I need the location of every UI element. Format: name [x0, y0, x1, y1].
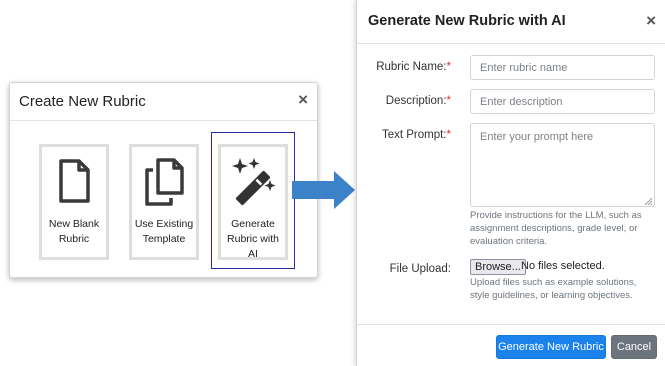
footer-divider	[357, 324, 665, 325]
browse-button[interactable]: Browse...	[470, 259, 526, 275]
required-marker: *	[446, 95, 451, 107]
create-rubric-dialog-header: Create New Rubric ×	[10, 83, 317, 121]
screenshot-stage: Create New Rubric × New Blank Rubric Use…	[0, 0, 665, 366]
cancel-button[interactable]: Cancel	[611, 335, 657, 359]
selection-highlight	[211, 132, 295, 269]
new-blank-rubric-option[interactable]: New Blank Rubric	[39, 144, 109, 260]
close-icon[interactable]: ×	[646, 12, 656, 29]
file-upload-label: File Upload:	[389, 263, 451, 275]
dialog-title: Create New Rubric	[19, 93, 146, 110]
ai-dialog-header: Generate New Rubric with AI ×	[357, 0, 665, 44]
description-label: Description:*	[385, 95, 451, 107]
text-prompt-label: Text Prompt:*	[381, 129, 451, 141]
text-prompt-help: Provide instructions for the LLM, such a…	[470, 210, 642, 247]
use-existing-template-option[interactable]: Use Existing Template	[129, 144, 199, 260]
required-marker: *	[446, 61, 451, 73]
blank-document-icon	[56, 157, 92, 210]
text-prompt-textarea[interactable]	[470, 123, 655, 207]
description-input[interactable]	[470, 89, 655, 114]
required-marker: *	[446, 129, 451, 141]
option-label: New Blank Rubric	[48, 218, 100, 245]
copy-documents-icon	[142, 157, 186, 212]
resize-handle-icon[interactable]	[643, 196, 653, 206]
rubric-name-label: Rubric Name:*	[376, 61, 451, 73]
file-upload-help: Upload files such as example solutions, …	[470, 277, 637, 301]
close-icon[interactable]: ×	[298, 91, 308, 108]
rubric-name-input[interactable]	[470, 55, 655, 80]
dialog-title: Generate New Rubric with AI	[368, 13, 566, 29]
file-status: No files selected.	[521, 260, 605, 272]
option-label: Use Existing Template	[134, 218, 194, 245]
generate-rubric-ai-dialog: Generate New Rubric with AI × Rubric Nam…	[356, 0, 665, 366]
generate-new-rubric-button[interactable]: Generate New Rubric	[496, 335, 606, 359]
arrow-right-icon	[292, 171, 355, 209]
